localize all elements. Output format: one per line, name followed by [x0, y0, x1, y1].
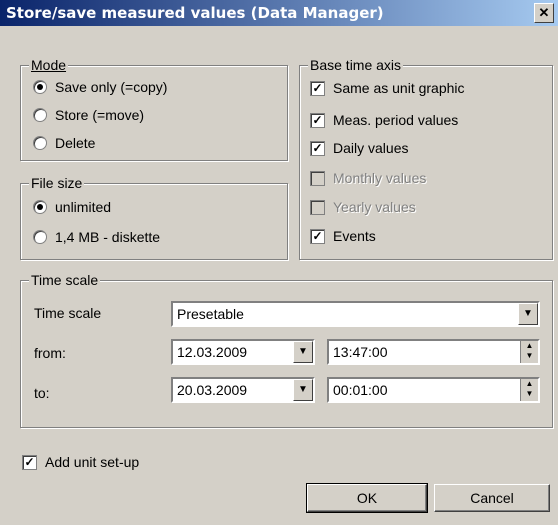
check-events-box[interactable]: ✓ [310, 228, 325, 244]
time-scale-group: Time scale Time scale Presetable ▼ from:… [20, 272, 553, 428]
check-yearly-values: Yearly values [310, 199, 416, 215]
radio-delete-label: Delete [55, 135, 96, 151]
radio-save-only[interactable]: Save only (=copy) [33, 79, 167, 95]
chevron-down-icon[interactable]: ▼ [293, 341, 313, 363]
check-monthly-values-box [310, 170, 325, 186]
to-time-field[interactable]: 00:01:00 ▲ ▼ [327, 377, 540, 403]
radio-unlimited[interactable]: unlimited [33, 199, 111, 215]
check-same-as-unit-graphic-label: Same as unit graphic [333, 80, 465, 96]
radio-save-only-indicator[interactable] [33, 80, 47, 94]
radio-diskette-indicator[interactable] [33, 230, 47, 244]
from-date-picker[interactable]: 12.03.2009 ▼ [171, 339, 315, 365]
radio-store-indicator[interactable] [33, 108, 47, 122]
spin-updown-icon[interactable]: ▲ ▼ [520, 379, 538, 401]
base-time-axis-group: Base time axis ✓ Same as unit graphic ✓ … [299, 57, 553, 260]
spin-updown-icon[interactable]: ▲ ▼ [520, 341, 538, 363]
check-events[interactable]: ✓ Events [310, 228, 376, 244]
time-scale-value: Presetable [177, 306, 244, 322]
chevron-down-icon[interactable]: ▼ [293, 379, 313, 401]
file-size-legend: File size [29, 175, 85, 191]
check-add-unit-setup-box[interactable]: ✓ [22, 454, 37, 470]
time-scale-select[interactable]: Presetable ▼ [171, 301, 540, 327]
check-same-as-unit-graphic[interactable]: ✓ Same as unit graphic [310, 80, 465, 96]
check-daily-values-box[interactable]: ✓ [310, 140, 325, 156]
radio-delete-indicator[interactable] [33, 136, 47, 150]
mode-group: Mode Save only (=copy) Store (=move) Del… [20, 57, 288, 161]
check-events-label: Events [333, 228, 376, 244]
check-same-as-unit-graphic-box[interactable]: ✓ [310, 80, 325, 96]
radio-diskette[interactable]: 1,4 MB - diskette [33, 229, 160, 245]
to-date-picker[interactable]: 20.03.2009 ▼ [171, 377, 315, 403]
check-meas-period-values-label: Meas. period values [333, 112, 459, 128]
to-label: to: [34, 385, 50, 401]
from-date-value: 12.03.2009 [177, 344, 248, 360]
check-add-unit-setup-label: Add unit set-up [45, 454, 140, 470]
mode-legend: Mode [29, 57, 69, 73]
check-meas-period-values-box[interactable]: ✓ [310, 112, 325, 128]
cancel-button[interactable]: Cancel [434, 484, 550, 512]
radio-store[interactable]: Store (=move) [33, 107, 144, 123]
check-yearly-values-label: Yearly values [333, 199, 416, 215]
file-size-group: File size unlimited 1,4 MB - diskette [20, 175, 288, 260]
from-time-value: 13:47:00 [333, 344, 388, 360]
to-date-value: 20.03.2009 [177, 382, 248, 398]
check-monthly-values-label: Monthly values [333, 170, 427, 186]
check-monthly-values: Monthly values [310, 170, 426, 186]
radio-unlimited-indicator[interactable] [33, 200, 47, 214]
title-bar: Store/save measured values (Data Manager… [0, 0, 558, 26]
from-time-field[interactable]: 13:47:00 ▲ ▼ [327, 339, 540, 365]
base-time-axis-legend: Base time axis [308, 57, 404, 73]
radio-unlimited-label: unlimited [55, 199, 112, 215]
radio-store-label: Store (=move) [55, 107, 145, 123]
close-icon[interactable]: ✕ [534, 3, 554, 23]
check-daily-values[interactable]: ✓ Daily values [310, 140, 408, 156]
check-meas-period-values[interactable]: ✓ Meas. period values [310, 112, 458, 128]
check-daily-values-label: Daily values [333, 140, 409, 156]
radio-save-only-label: Save only (=copy) [55, 79, 168, 95]
radio-diskette-label: 1,4 MB - diskette [55, 229, 161, 245]
time-scale-label: Time scale [34, 305, 102, 321]
to-time-value: 00:01:00 [333, 382, 388, 398]
window-title: Store/save measured values (Data Manager… [6, 4, 384, 22]
check-add-unit-setup[interactable]: ✓ Add unit set-up [22, 454, 139, 470]
chevron-down-icon[interactable]: ▼ [518, 303, 538, 325]
check-yearly-values-box [310, 199, 325, 215]
time-scale-legend: Time scale [29, 272, 101, 288]
from-label: from: [34, 345, 66, 361]
ok-button[interactable]: OK [306, 483, 428, 513]
radio-delete[interactable]: Delete [33, 135, 95, 151]
